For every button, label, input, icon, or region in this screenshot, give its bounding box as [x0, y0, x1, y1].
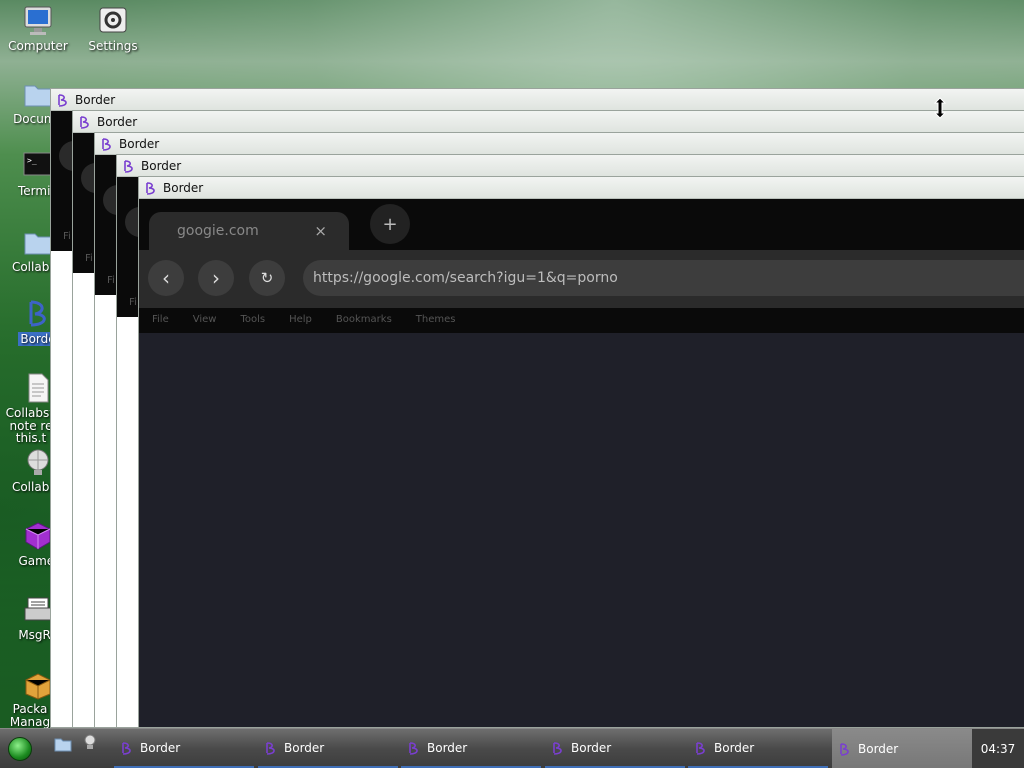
- desktop-icon-computer[interactable]: Computer: [0, 5, 76, 53]
- taskbar-item-border[interactable]: Border: [258, 729, 398, 768]
- taskbar-item-label: Border: [858, 742, 899, 756]
- taskbar-item-border[interactable]: Border: [688, 729, 828, 768]
- window-titlebar[interactable]: Border: [51, 89, 1024, 111]
- new-tab-button[interactable]: +: [370, 204, 410, 244]
- menu-file[interactable]: File: [152, 314, 169, 325]
- border-logo-icon: [266, 741, 275, 755]
- taskbar-item-label: Border: [140, 740, 181, 755]
- desktop-icon-label: Computer: [8, 39, 68, 53]
- settings-icon: [97, 5, 129, 37]
- taskbar-item-border-active[interactable]: Border: [832, 729, 972, 768]
- window-title: Border: [97, 114, 138, 129]
- window-titlebar[interactable]: Border: [117, 155, 1024, 177]
- taskbar: Border Border Border Border Border Borde…: [0, 728, 1024, 768]
- taskbar-item-border[interactable]: Border: [114, 729, 254, 768]
- taskbar-item-border[interactable]: Border: [545, 729, 685, 768]
- globe-icon[interactable]: [82, 733, 98, 754]
- window-titlebar[interactable]: Border: [73, 111, 1024, 133]
- reload-button[interactable]: ↻: [249, 260, 285, 296]
- border-logo-icon: [696, 741, 705, 755]
- resize-cursor-icon: [933, 97, 947, 119]
- tab-title: googie.com: [177, 223, 259, 239]
- taskbar-item-label: Border: [427, 740, 468, 755]
- window-titlebar[interactable]: Border: [139, 177, 1024, 199]
- border-logo-icon: [58, 93, 67, 107]
- navigation-bar: ‹ › ↻ https://google.com/search?igu=1&q=…: [139, 250, 1024, 308]
- start-button[interactable]: [8, 737, 32, 761]
- browser-content: googie.com × + ‹ › ↻ https://google.com/…: [139, 199, 1024, 727]
- border-logo-icon: [80, 115, 89, 129]
- svg-text:>_: >_: [27, 156, 37, 165]
- desktop-icon-settings[interactable]: Settings: [75, 5, 151, 53]
- window-title: Border: [75, 92, 116, 107]
- border-logo-icon: [122, 741, 131, 755]
- desktop-icon-label: Settings: [88, 39, 138, 53]
- border-logo-icon: [102, 137, 111, 151]
- taskbar-item-label: Border: [284, 740, 325, 755]
- monitor-icon: [22, 5, 54, 37]
- border-logo-icon: [124, 159, 133, 173]
- close-tab-icon[interactable]: ×: [314, 222, 327, 240]
- window-title: Border: [141, 158, 182, 173]
- taskbar-item-label: Border: [714, 740, 755, 755]
- border-logo-icon: [146, 181, 155, 195]
- border-window-active[interactable]: Border googie.com × + ‹ › ↻ https://goog…: [138, 176, 1024, 728]
- window-title: Border: [163, 180, 204, 195]
- back-button[interactable]: ‹: [148, 260, 184, 296]
- menu-themes[interactable]: Themes: [416, 314, 456, 325]
- border-logo-icon: [409, 741, 418, 755]
- menu-bookmarks[interactable]: Bookmarks: [336, 314, 392, 325]
- taskbar-item-border[interactable]: Border: [401, 729, 541, 768]
- menu-view[interactable]: View: [193, 314, 217, 325]
- border-logo-icon: [840, 743, 849, 756]
- browser-chrome: googie.com × + ‹ › ↻ https://google.com/…: [139, 199, 1024, 333]
- forward-button[interactable]: ›: [198, 260, 234, 296]
- menu-tools[interactable]: Tools: [240, 314, 265, 325]
- border-logo-icon: [553, 741, 562, 755]
- desktop-icon-label: Packa Manag: [9, 702, 51, 729]
- menu-help[interactable]: Help: [289, 314, 312, 325]
- url-input[interactable]: https://google.com/search?igu=1&q=porno: [303, 260, 1024, 296]
- browser-tab[interactable]: googie.com ×: [149, 212, 349, 250]
- taskbar-item-label: Border: [571, 740, 612, 755]
- folder-icon[interactable]: [54, 735, 72, 756]
- browser-menu-bar: File View Tools Help Bookmarks Themes: [152, 314, 480, 325]
- window-title: Border: [119, 136, 160, 151]
- window-titlebar[interactable]: Border: [95, 133, 1024, 155]
- taskbar-clock[interactable]: 04:37: [972, 729, 1024, 768]
